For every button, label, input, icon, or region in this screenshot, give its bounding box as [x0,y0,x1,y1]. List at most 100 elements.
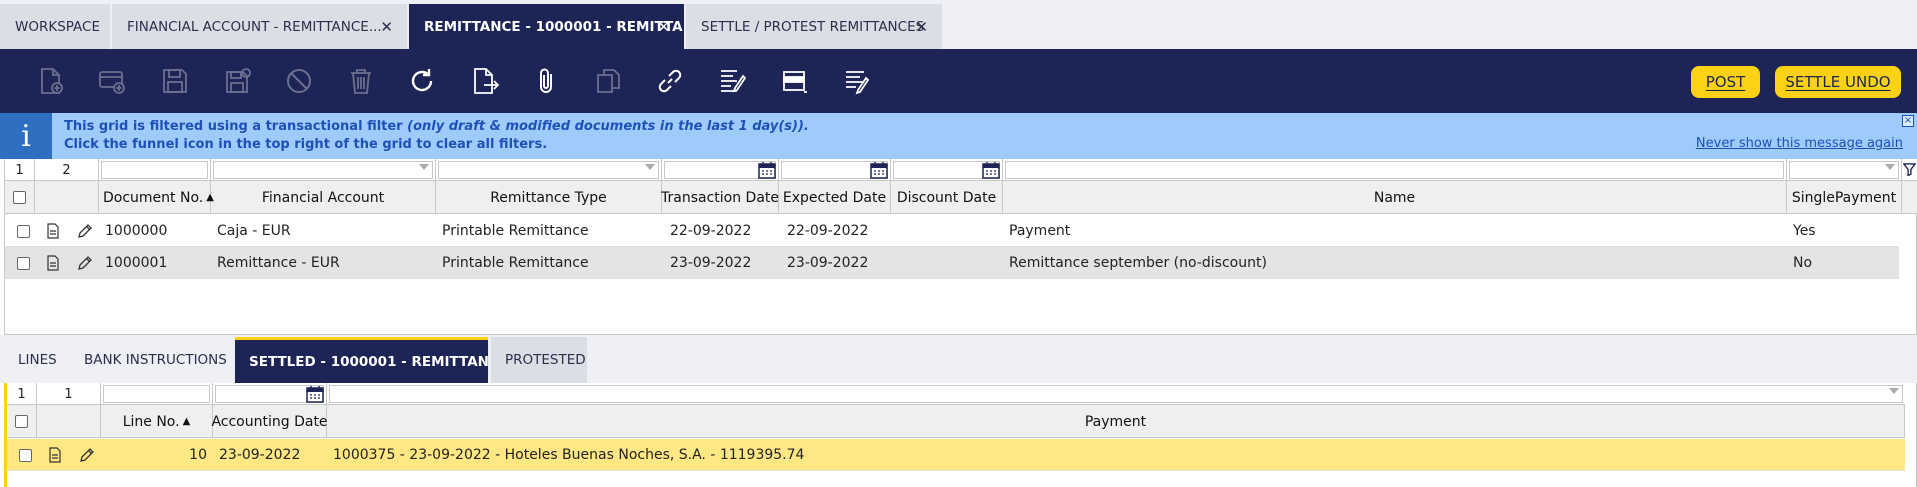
column-header-financial-account[interactable]: Financial Account [211,181,436,214]
tab-financial-account-remittance[interactable]: FINANCIAL ACCOUNT - REMITTANCE... ✕ [112,4,407,49]
banner-line1-emphasis: (only draft & modified documents in the … [407,119,809,134]
column-header-document-no[interactable]: Document No. ▲ [99,181,214,214]
remittance-grid: 1 2 Document No. ▲ Financial Account Remi… [4,159,1917,335]
export-icon[interactable] [468,64,502,98]
cell-name: Payment [1009,223,1071,239]
filter-payment[interactable] [327,383,1905,405]
row-checkbox[interactable] [13,215,33,247]
column-header-remittance-type[interactable]: Remittance Type [436,181,662,214]
refresh-icon[interactable] [405,64,439,98]
tab-remittance-1000001[interactable]: REMITTANCE - 1000001 - REMITTA... ✕ [409,4,684,49]
selected-count: 1 [7,383,37,405]
notes-icon[interactable] [840,64,874,98]
filter-single-payment[interactable] [1787,159,1902,181]
selected-count: 1 [5,159,35,181]
tab-settled[interactable]: SETTLED - 1000001 - REMITTANCE... [235,337,488,383]
edit-pencil-icon[interactable] [73,247,97,279]
tab-protested[interactable]: PROTESTED [491,337,587,383]
close-icon[interactable]: ✕ [657,18,670,36]
tab-bank-instructions[interactable]: BANK INSTRUCTIONS [70,337,232,383]
new-document-icon[interactable] [33,64,67,98]
select-all-checkbox[interactable] [7,405,37,438]
cancel-icon[interactable] [282,64,316,98]
document-icon[interactable] [43,439,67,471]
banner-line1-prefix: This grid is filtered using a transactio… [64,119,408,134]
cell-expected-date: 22-09-2022 [787,223,869,239]
cell-single-payment: Yes [1793,223,1816,239]
filter-name[interactable] [1003,159,1787,181]
funnel-icon[interactable] [1902,159,1917,181]
post-button[interactable]: POST [1691,66,1760,98]
calendar-icon[interactable] [870,161,888,179]
tab-label: REMITTANCE - 1000001 - REMITTA... [424,18,684,35]
edit-pencil-icon[interactable] [75,439,99,471]
filter-discount-date[interactable] [891,159,1003,181]
filter-accounting-date[interactable] [213,383,327,405]
cell-document-no: 1000000 [105,223,168,239]
column-header-discount-date[interactable]: Discount Date [891,181,1003,214]
settle-undo-button[interactable]: SETTLE UNDO [1775,66,1901,98]
calendar-icon[interactable] [306,385,324,403]
calendar-icon[interactable] [982,161,1000,179]
filter-row: 1 2 [5,159,1917,181]
never-show-link[interactable]: Never show this message again [1696,136,1903,151]
cell-single-payment: No [1793,255,1813,271]
tab-lines[interactable]: LINES [4,337,66,383]
table-row[interactable]: 1000001 Remittance - EUR Printable Remit… [5,247,1899,279]
filter-remittance-type[interactable] [436,159,662,181]
cell-accounting-date: 23-09-2022 [219,447,301,463]
calendar-icon[interactable] [758,161,776,179]
grid-header: Document No. ▲ Financial Account Remittan… [5,181,1917,214]
filter-expected-date[interactable] [779,159,891,181]
document-icon[interactable] [41,247,65,279]
clone-icon[interactable] [592,64,626,98]
column-header-transaction-date[interactable]: Transaction Date [661,181,779,214]
transactional-filter-banner: i This grid is filtered using a transact… [0,113,1917,159]
document-icon[interactable] [41,215,65,247]
cell-name: Remittance september (no-discount) [1009,255,1267,271]
save-icon[interactable] [158,64,192,98]
column-label: Document No. [103,189,204,206]
cell-line-no: 10 [189,447,207,463]
row-actions-header [37,405,101,438]
delete-icon[interactable] [344,64,378,98]
grid-view-icon[interactable] [778,64,812,98]
filter-document-no[interactable] [99,159,211,181]
table-row[interactable]: 10 23-09-2022 1000375 - 23-09-2022 - Hot… [7,439,1905,471]
banner-message: This grid is filtered using a transactio… [64,118,809,154]
toolbar: POST SETTLE UNDO [0,51,1917,113]
close-icon[interactable]: × [1902,115,1914,127]
row-checkbox[interactable] [13,247,33,279]
column-header-accounting-date[interactable]: Accounting Date [211,405,328,438]
audit-trail-icon[interactable] [715,64,749,98]
close-icon[interactable]: ✕ [380,18,393,36]
total-count: 1 [37,383,101,405]
row-checkbox[interactable] [15,439,35,471]
save-close-icon[interactable] [221,64,255,98]
settled-grid: 1 1 Line No. ▲ Accounting Date Payment 10… [4,383,1917,487]
column-header-name[interactable]: Name [1003,181,1787,214]
filter-financial-account[interactable] [211,159,436,181]
window-tab-bar: WORKSPACE FINANCIAL ACCOUNT - REMITTANCE… [0,0,1917,51]
tab-workspace[interactable]: WORKSPACE [0,4,110,49]
row-actions-header [35,181,99,214]
cell-expected-date: 23-09-2022 [787,255,869,271]
cell-financial-account: Remittance - EUR [217,255,340,271]
header-spacer [1902,181,1917,214]
attachment-icon[interactable] [530,64,564,98]
close-icon[interactable]: ✕ [915,18,928,36]
filter-line-no[interactable] [101,383,213,405]
column-header-payment[interactable]: Payment [327,405,1905,438]
link-icon[interactable] [653,64,687,98]
filter-transaction-date[interactable] [662,159,779,181]
column-header-single-payment[interactable]: SinglePayment [1787,181,1902,214]
tab-settle-protest-remittances[interactable]: SETTLE / PROTEST REMITTANCES ✕ [686,4,942,49]
table-row[interactable]: 1000000 Caja - EUR Printable Remittance … [5,215,1899,247]
column-header-expected-date[interactable]: Expected Date [779,181,891,214]
edit-pencil-icon[interactable] [73,215,97,247]
select-all-checkbox[interactable] [5,181,35,214]
new-row-icon[interactable] [95,64,129,98]
cell-financial-account: Caja - EUR [217,223,291,239]
column-header-line-no[interactable]: Line No. ▲ [101,405,213,438]
child-tab-bar: LINES BANK INSTRUCTIONS SETTLED - 100000… [0,335,1917,383]
